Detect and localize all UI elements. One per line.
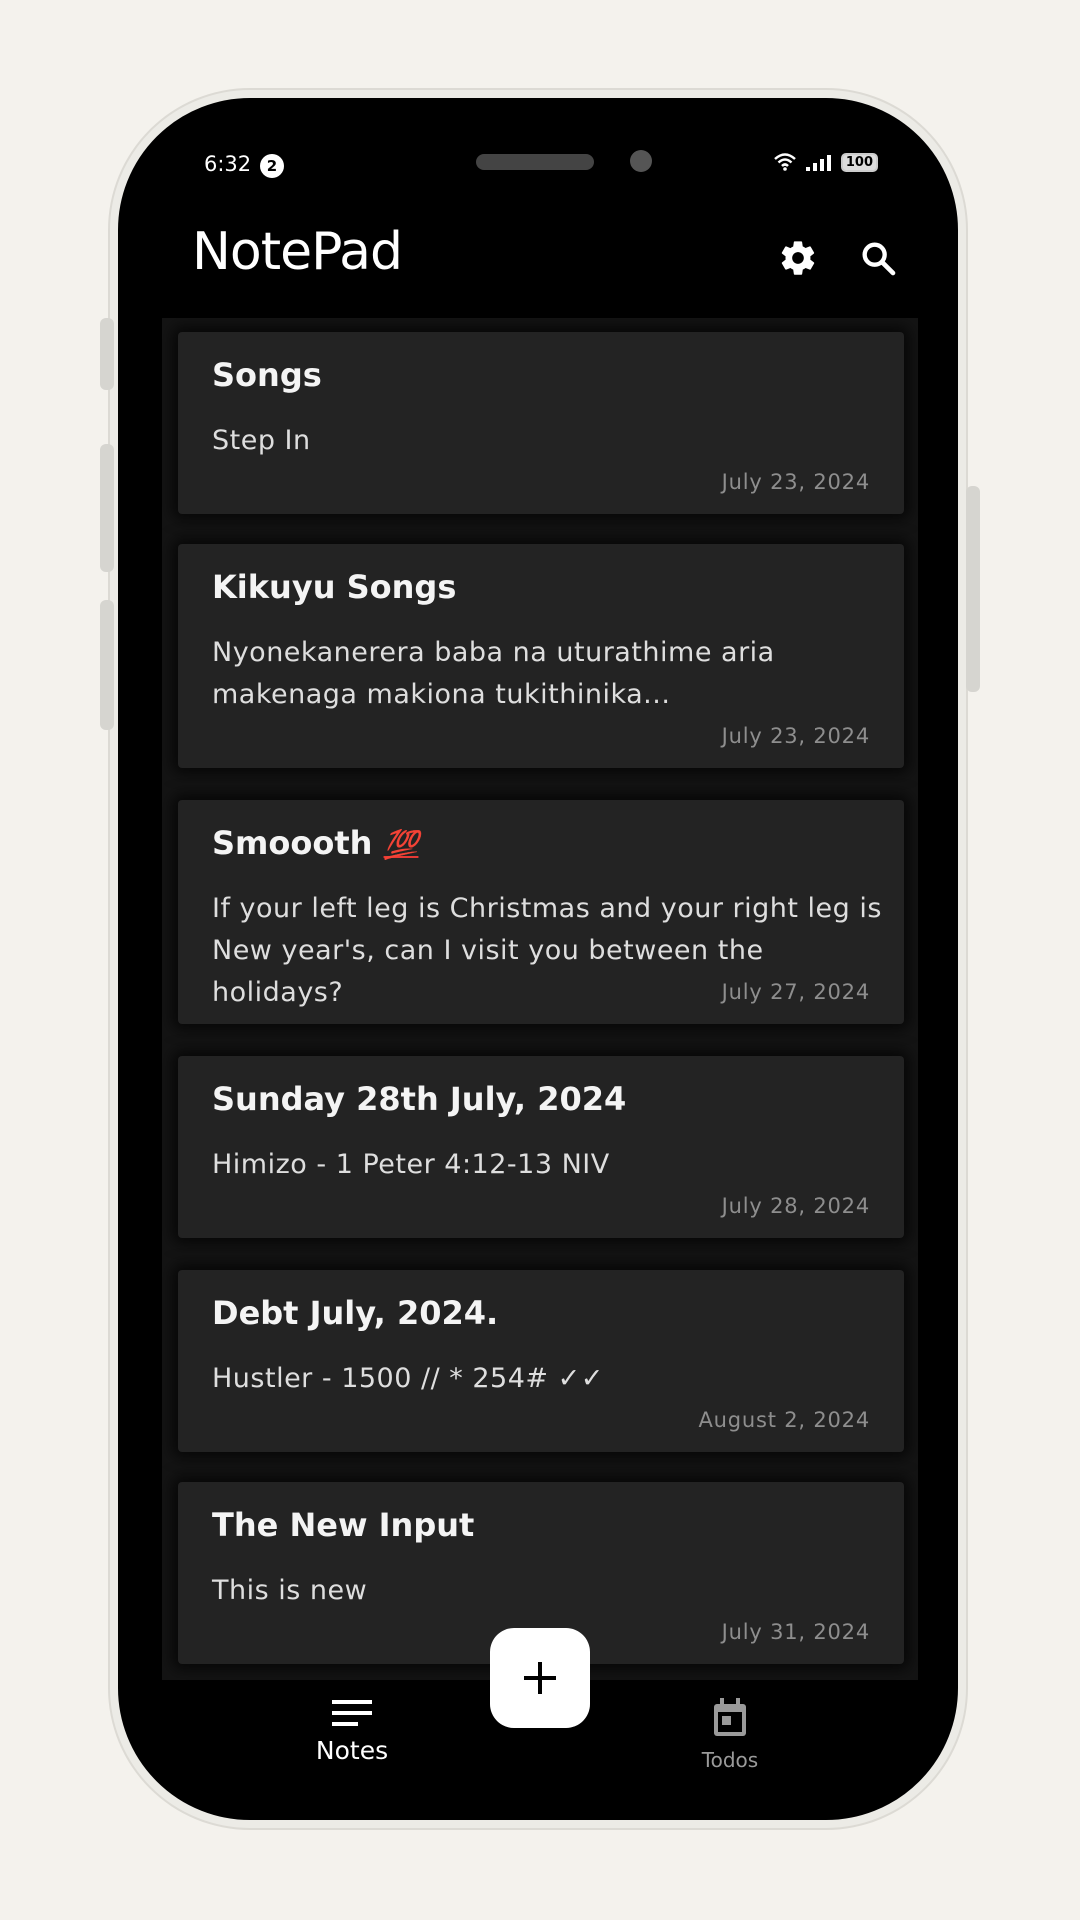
note-date: July 27, 2024 — [721, 980, 870, 1004]
status-icons: 100 — [773, 152, 878, 172]
notes-icon — [332, 1700, 372, 1726]
note-title-row: Smoooth 💯 — [212, 824, 418, 862]
nav-item-notes[interactable]: Notes — [272, 1698, 432, 1765]
settings-button[interactable] — [768, 228, 828, 288]
note-date: July 23, 2024 — [721, 724, 870, 748]
screen: 6:32 2 100 NotePad Songs Step In July 23… — [162, 140, 918, 1768]
nav-label-todos: Todos — [701, 1748, 759, 1768]
speaker-grille — [476, 154, 594, 170]
note-title: The New Input — [212, 1506, 475, 1544]
note-date: July 31, 2024 — [721, 1620, 870, 1644]
signal-icon — [805, 155, 831, 171]
note-date: July 23, 2024 — [721, 470, 870, 494]
note-body: Nyonekanerera baba na uturathime aria ma… — [212, 637, 775, 710]
note-card[interactable]: Debt July, 2024. Hustler - 1500 // * 254… — [178, 1270, 904, 1452]
notification-badge: 2 — [260, 154, 284, 178]
note-body: Step In — [212, 425, 311, 456]
note-title: Songs — [212, 356, 322, 394]
nav-item-todos[interactable]: Todos — [650, 1698, 810, 1768]
note-card[interactable]: Kikuyu Songs Nyonekanerera baba na utura… — [178, 544, 904, 768]
note-body: Himizo - 1 Peter 4:12-13 NIV — [212, 1149, 610, 1180]
search-button[interactable] — [848, 228, 908, 288]
note-body: This is new — [212, 1575, 368, 1606]
note-title: Kikuyu Songs — [212, 568, 457, 606]
power-button — [966, 486, 980, 692]
hundred-points-icon: 💯 — [383, 828, 419, 861]
side-button — [100, 318, 114, 390]
app-title: NotePad — [192, 222, 403, 282]
gear-icon — [781, 241, 815, 275]
status-time: 6:32 — [204, 152, 252, 176]
wifi-icon — [774, 153, 796, 171]
note-title: Smoooth — [212, 824, 373, 862]
add-note-button[interactable] — [490, 1628, 590, 1728]
front-camera — [630, 150, 652, 172]
note-date: August 2, 2024 — [698, 1408, 870, 1432]
calendar-icon — [714, 1698, 746, 1736]
note-card[interactable]: Sunday 28th July, 2024 Himizo - 1 Peter … — [178, 1056, 904, 1238]
search-icon — [862, 242, 896, 276]
note-card[interactable]: Songs Step In July 23, 2024 — [178, 332, 904, 514]
plus-icon — [524, 1662, 556, 1694]
note-title: Sunday 28th July, 2024 — [212, 1080, 627, 1118]
nav-label-notes: Notes — [315, 1736, 389, 1765]
status-bar: 6:32 2 100 — [162, 140, 918, 200]
note-body: Hustler - 1500 // * 254# ✓✓ — [212, 1363, 604, 1394]
note-date: July 28, 2024 — [721, 1194, 870, 1218]
note-card[interactable]: Smoooth 💯 If your left leg is Christmas … — [178, 800, 904, 1024]
note-title: Debt July, 2024. — [212, 1294, 499, 1332]
note-list[interactable]: Songs Step In July 23, 2024 Kikuyu Songs… — [162, 318, 918, 1688]
volume-up-button — [100, 444, 114, 572]
app-bar: NotePad — [162, 200, 918, 318]
volume-down-button — [100, 600, 114, 730]
battery-icon: 100 — [840, 152, 878, 172]
